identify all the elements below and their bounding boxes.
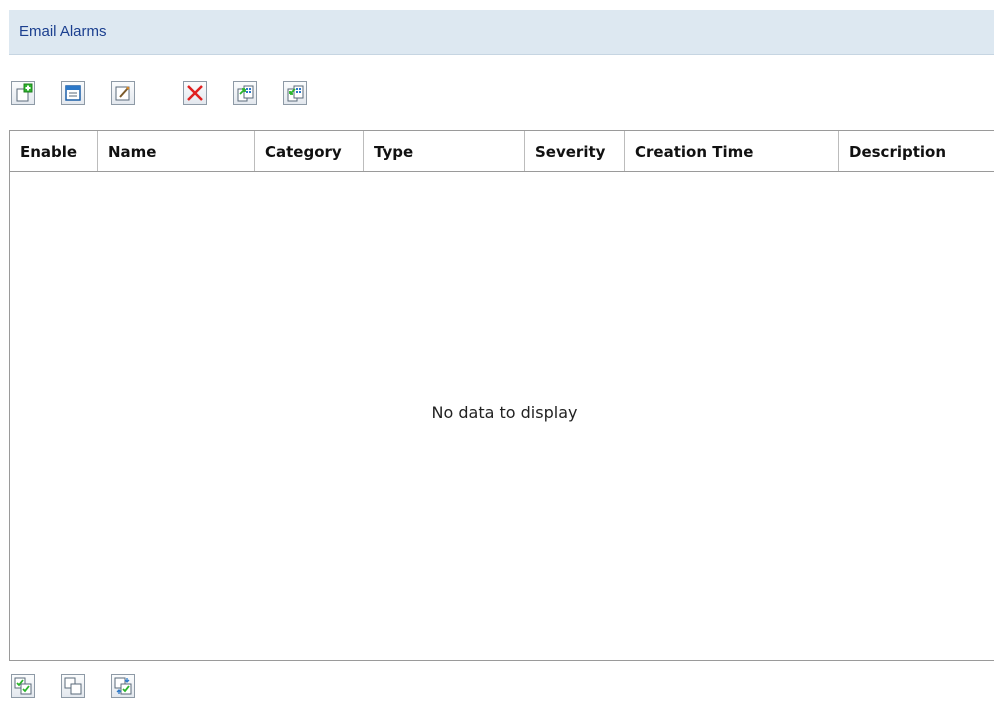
delete-alarm-button[interactable] [183,81,207,105]
panel-header: Email Alarms [9,10,994,55]
column-header-enable[interactable]: Enable [10,131,98,171]
empty-table-message: No data to display [431,403,578,422]
disable-icon [64,677,82,695]
column-header-creation-time[interactable]: Creation Time [625,131,839,171]
column-header-category[interactable]: Category [255,131,364,171]
edit-pencil-icon [115,86,130,101]
column-header-name[interactable]: Name [98,131,255,171]
toggle-check-icon [114,677,132,695]
edit-alarm-button[interactable] [111,81,135,105]
add-document-icon [16,83,33,102]
table-header: Enable Name Category Type Severity Creat… [10,131,994,172]
export-button[interactable] [233,81,257,105]
alarms-table: Enable Name Category Type Severity Creat… [9,130,994,661]
delete-x-icon [187,85,203,101]
import-button[interactable] [283,81,307,105]
toggle-selected-button[interactable] [111,674,135,698]
enable-check-icon [14,677,32,695]
add-alarm-button[interactable] [11,81,35,105]
column-header-severity[interactable]: Severity [525,131,625,171]
copy-alarm-button[interactable] [61,81,85,105]
export-icon [237,85,254,102]
enable-selected-button[interactable] [11,674,35,698]
email-alarms-panel: Email Alarms Enable Name Category Type S… [0,0,994,704]
column-header-type[interactable]: Type [364,131,525,171]
disable-selected-button[interactable] [61,674,85,698]
window-icon [65,85,81,101]
column-header-description[interactable]: Description [839,131,994,171]
panel-title: Email Alarms [19,23,107,40]
import-icon [287,85,304,102]
